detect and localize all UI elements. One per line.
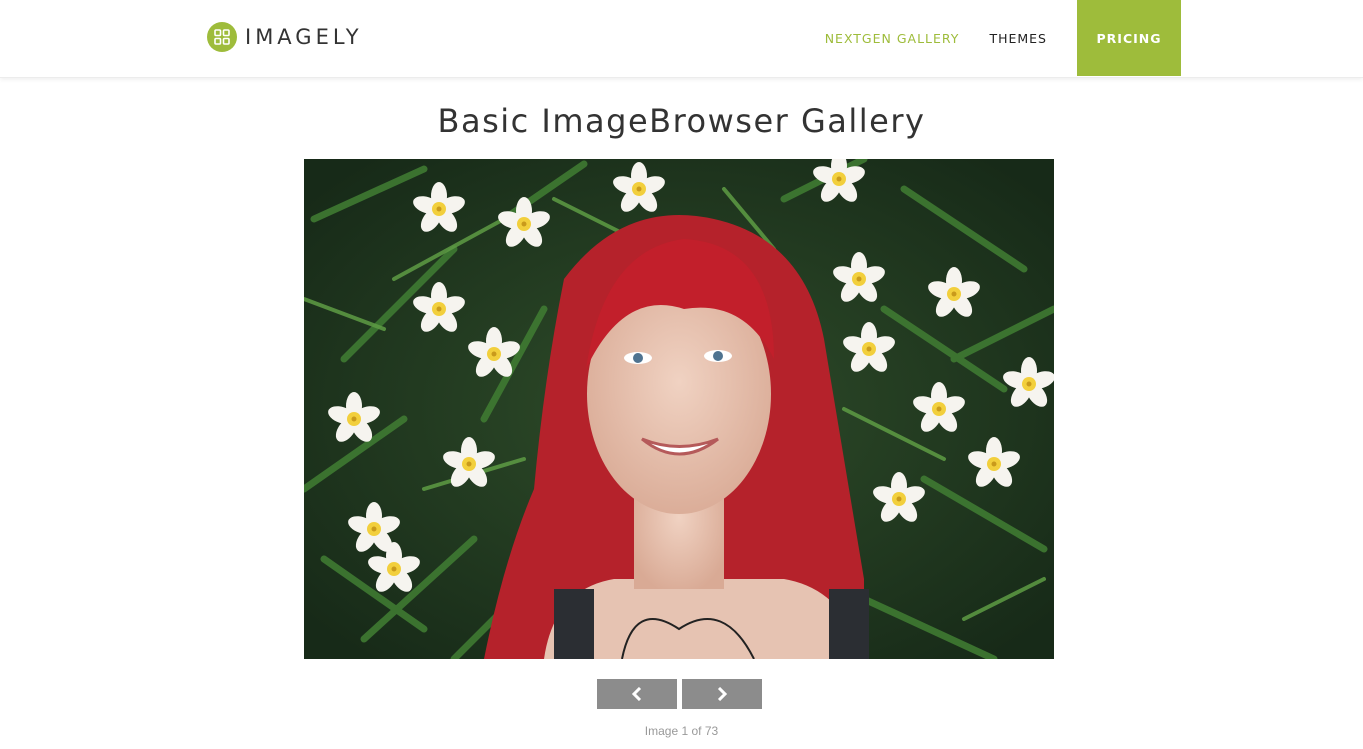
next-image-button[interactable] bbox=[682, 679, 762, 709]
chevron-left-icon bbox=[631, 687, 642, 701]
site-header: IMAGELY NEXTGEN GALLERY THEMES PRICING bbox=[0, 0, 1363, 78]
previous-image-button[interactable] bbox=[597, 679, 677, 709]
grid-logo-icon bbox=[207, 22, 237, 52]
brand-name: IMAGELY bbox=[245, 25, 363, 49]
page-title: Basic ImageBrowser Gallery bbox=[437, 102, 926, 140]
gallery-controls bbox=[597, 679, 762, 709]
photo-woman-in-flowers bbox=[304, 159, 1054, 659]
pricing-button[interactable]: PRICING bbox=[1077, 0, 1181, 76]
image-counter: Image 1 of 73 bbox=[644, 724, 719, 738]
nav-link-nextgen-gallery[interactable]: NEXTGEN GALLERY bbox=[825, 31, 960, 46]
nav-link-themes[interactable]: THEMES bbox=[989, 31, 1047, 46]
chevron-right-icon bbox=[717, 687, 728, 701]
brand-logo[interactable]: IMAGELY bbox=[207, 22, 363, 52]
main-nav: NEXTGEN GALLERY THEMES PRICING bbox=[825, 0, 1181, 76]
gallery-photo[interactable] bbox=[304, 159, 1054, 659]
